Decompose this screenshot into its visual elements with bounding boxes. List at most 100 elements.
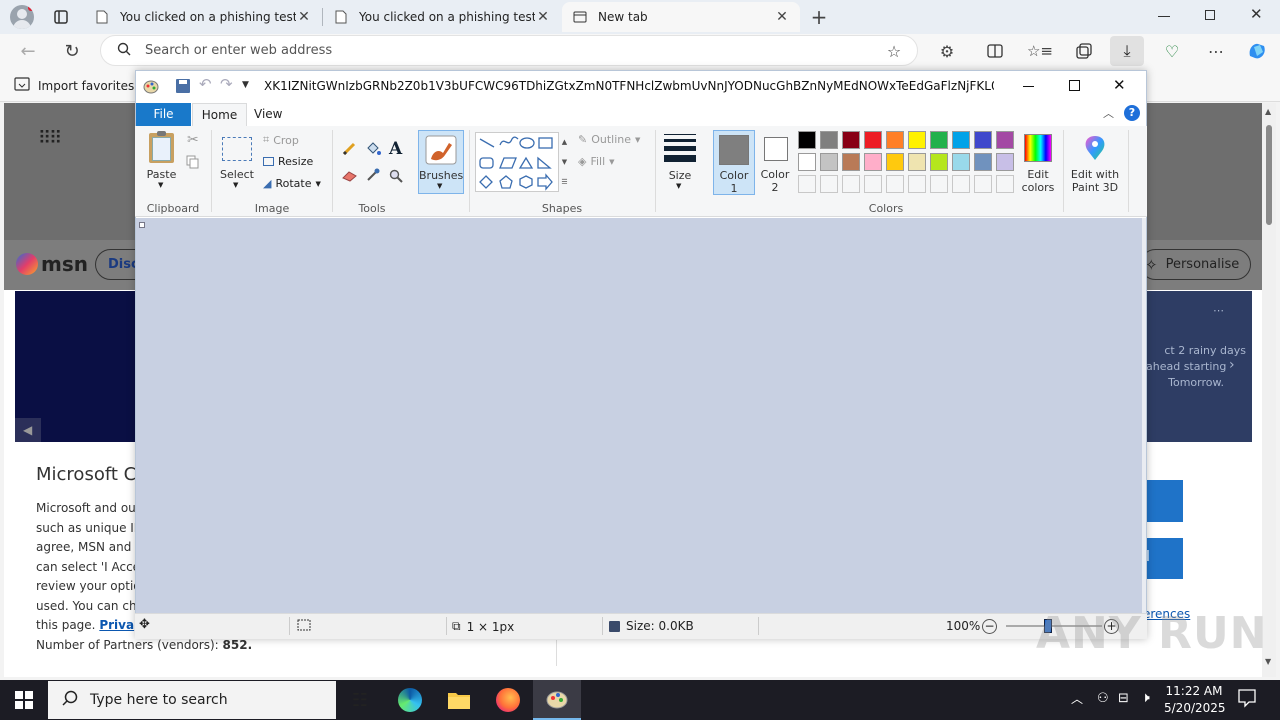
task-view-icon[interactable]: ☷ (336, 680, 384, 720)
outline-button[interactable]: ✎ Outline ▼ (578, 133, 640, 146)
tab-actions-icon[interactable] (47, 3, 75, 31)
shapes-down-icon[interactable]: ▼ (559, 152, 570, 172)
palette-swatch[interactable] (908, 153, 926, 171)
palette-swatch[interactable] (930, 131, 948, 149)
close-icon[interactable]: ✕ (774, 9, 790, 25)
paste-button[interactable]: Paste ▼ (143, 131, 180, 193)
rotate-button[interactable]: ◢ Rotate ▼ (263, 177, 321, 190)
palette-swatch[interactable] (996, 131, 1014, 149)
accept-button[interactable] (1143, 480, 1183, 522)
notification-icon[interactable] (1237, 688, 1257, 708)
palette-swatch[interactable] (820, 131, 838, 149)
paint-close-icon[interactable]: ✕ (1113, 76, 1126, 94)
shapes-gallery[interactable] (475, 132, 559, 192)
brushes-button[interactable]: Brushes ▼ (418, 130, 464, 194)
tray-wifi-icon[interactable]: ⊟ (1118, 691, 1129, 706)
close-window-icon[interactable]: ✕ (1250, 5, 1263, 23)
minimize-icon[interactable] (1158, 16, 1170, 17)
resize-button[interactable]: Resize (263, 155, 313, 168)
custom-color-slot[interactable] (952, 175, 970, 193)
clock[interactable]: 11:22 AM 5/20/2025 (1164, 683, 1226, 717)
weather-more-icon[interactable]: ⋯ (1213, 303, 1224, 319)
firefox-icon[interactable] (484, 680, 532, 720)
weather-next-icon[interactable]: › (1229, 357, 1235, 373)
canvas-bitmap[interactable] (139, 222, 145, 228)
tray-chevron-icon[interactable]: ︿ (1071, 690, 1083, 707)
home-tab[interactable]: Home (192, 103, 247, 127)
back-icon[interactable]: ← (14, 37, 42, 65)
palette-swatch[interactable] (908, 131, 926, 149)
edit-colors-button[interactable]: Edit colors (1019, 132, 1057, 196)
collapse-ribbon-icon[interactable]: ︿ (1103, 105, 1114, 121)
view-tab[interactable]: View (254, 107, 282, 121)
profile-avatar[interactable] (10, 5, 34, 29)
scroll-up-icon[interactable]: ▲ (1265, 107, 1271, 116)
size-button[interactable]: Size ▼ (661, 132, 701, 194)
custom-color-slot[interactable] (798, 175, 816, 193)
import-favorites[interactable]: Import favorites (14, 77, 134, 94)
favorites-icon[interactable]: ☆≡ (1026, 37, 1054, 65)
custom-color-slot[interactable] (974, 175, 992, 193)
apps-grid-icon[interactable]: ⠿⠿ (38, 128, 62, 149)
text-icon[interactable]: A (389, 139, 402, 159)
address-bar[interactable]: Search or enter web address (100, 35, 918, 66)
fill-bucket-icon[interactable] (365, 141, 381, 157)
help-icon[interactable]: ? (1124, 105, 1140, 121)
palette-swatch[interactable] (798, 153, 816, 171)
custom-color-slot[interactable] (930, 175, 948, 193)
close-icon[interactable]: ✕ (296, 9, 312, 25)
more-menu-icon[interactable]: ⋯ (1202, 37, 1230, 65)
tray-network-icon[interactable]: ⚇ (1097, 691, 1109, 706)
canvas-scroll-v[interactable] (1142, 218, 1146, 613)
palette-swatch[interactable] (996, 153, 1014, 171)
copilot-icon[interactable] (1243, 37, 1271, 65)
redo-icon[interactable]: ↷ (220, 75, 233, 93)
paint-taskbar-icon[interactable] (533, 680, 581, 720)
tab-3-active[interactable]: New tab ✕ (562, 2, 800, 32)
palette-swatch[interactable] (798, 131, 816, 149)
extensions-icon[interactable]: ⚙ (933, 37, 961, 65)
custom-color-slot[interactable] (886, 175, 904, 193)
palette-swatch[interactable] (842, 153, 860, 171)
custom-color-slot[interactable] (820, 175, 838, 193)
refresh-icon[interactable]: ↻ (58, 37, 86, 65)
carousel-prev-icon[interactable]: ◀ (15, 418, 41, 442)
file-explorer-icon[interactable] (435, 680, 483, 720)
shapes-scroll[interactable]: ▲ ▼ ☰ (559, 132, 570, 192)
page-scrollbar[interactable]: ▲ ▼ (1262, 103, 1276, 677)
discover-button[interactable]: Disc (95, 249, 135, 280)
scroll-thumb[interactable] (1266, 125, 1272, 225)
file-menu-tab[interactable]: File (136, 103, 191, 126)
custom-color-slot[interactable] (996, 175, 1014, 193)
qat-customize-icon[interactable]: ▼ (242, 80, 249, 90)
palette-swatch[interactable] (886, 131, 904, 149)
magnifier-icon[interactable] (389, 169, 403, 183)
shapes-up-icon[interactable]: ▲ (559, 132, 570, 152)
restore-icon[interactable] (1205, 10, 1215, 20)
quick-save-icon[interactable] (176, 79, 190, 93)
fill-button[interactable]: ◈ Fill ▼ (578, 155, 615, 168)
palette-swatch[interactable] (864, 153, 882, 171)
msn-logo[interactable]: msn (16, 252, 88, 276)
tab-1[interactable]: You clicked on a phishing test! ✕ (84, 2, 322, 32)
close-icon[interactable]: ✕ (535, 9, 551, 25)
edge-taskbar-icon[interactable] (386, 680, 434, 720)
personalise-button[interactable]: ✧ Personalise (1140, 249, 1251, 280)
eraser-icon[interactable] (342, 170, 357, 182)
paint-minimize-icon[interactable] (1023, 86, 1034, 87)
tab-2[interactable]: You clicked on a phishing test! ✕ (323, 2, 561, 32)
select-button[interactable]: Select ▼ (217, 131, 257, 193)
privacy-link[interactable]: Priva (99, 618, 134, 632)
reject-button[interactable]: l (1143, 538, 1183, 579)
zoom-out-icon[interactable]: − (982, 619, 997, 634)
collections-icon[interactable] (1070, 37, 1098, 65)
edit-paint3d-button[interactable]: Edit with Paint 3D (1068, 132, 1122, 196)
pencil-icon[interactable] (342, 142, 356, 156)
color-picker-icon[interactable] (366, 168, 380, 182)
tray-volume-icon[interactable]: 🕨 (1141, 690, 1150, 706)
copy-icon[interactable] (186, 155, 200, 172)
palette-swatch[interactable] (886, 153, 904, 171)
color2-button[interactable]: Color 2 (758, 130, 794, 195)
new-tab-plus-icon[interactable]: + (805, 3, 833, 31)
palette-swatch[interactable] (974, 153, 992, 171)
